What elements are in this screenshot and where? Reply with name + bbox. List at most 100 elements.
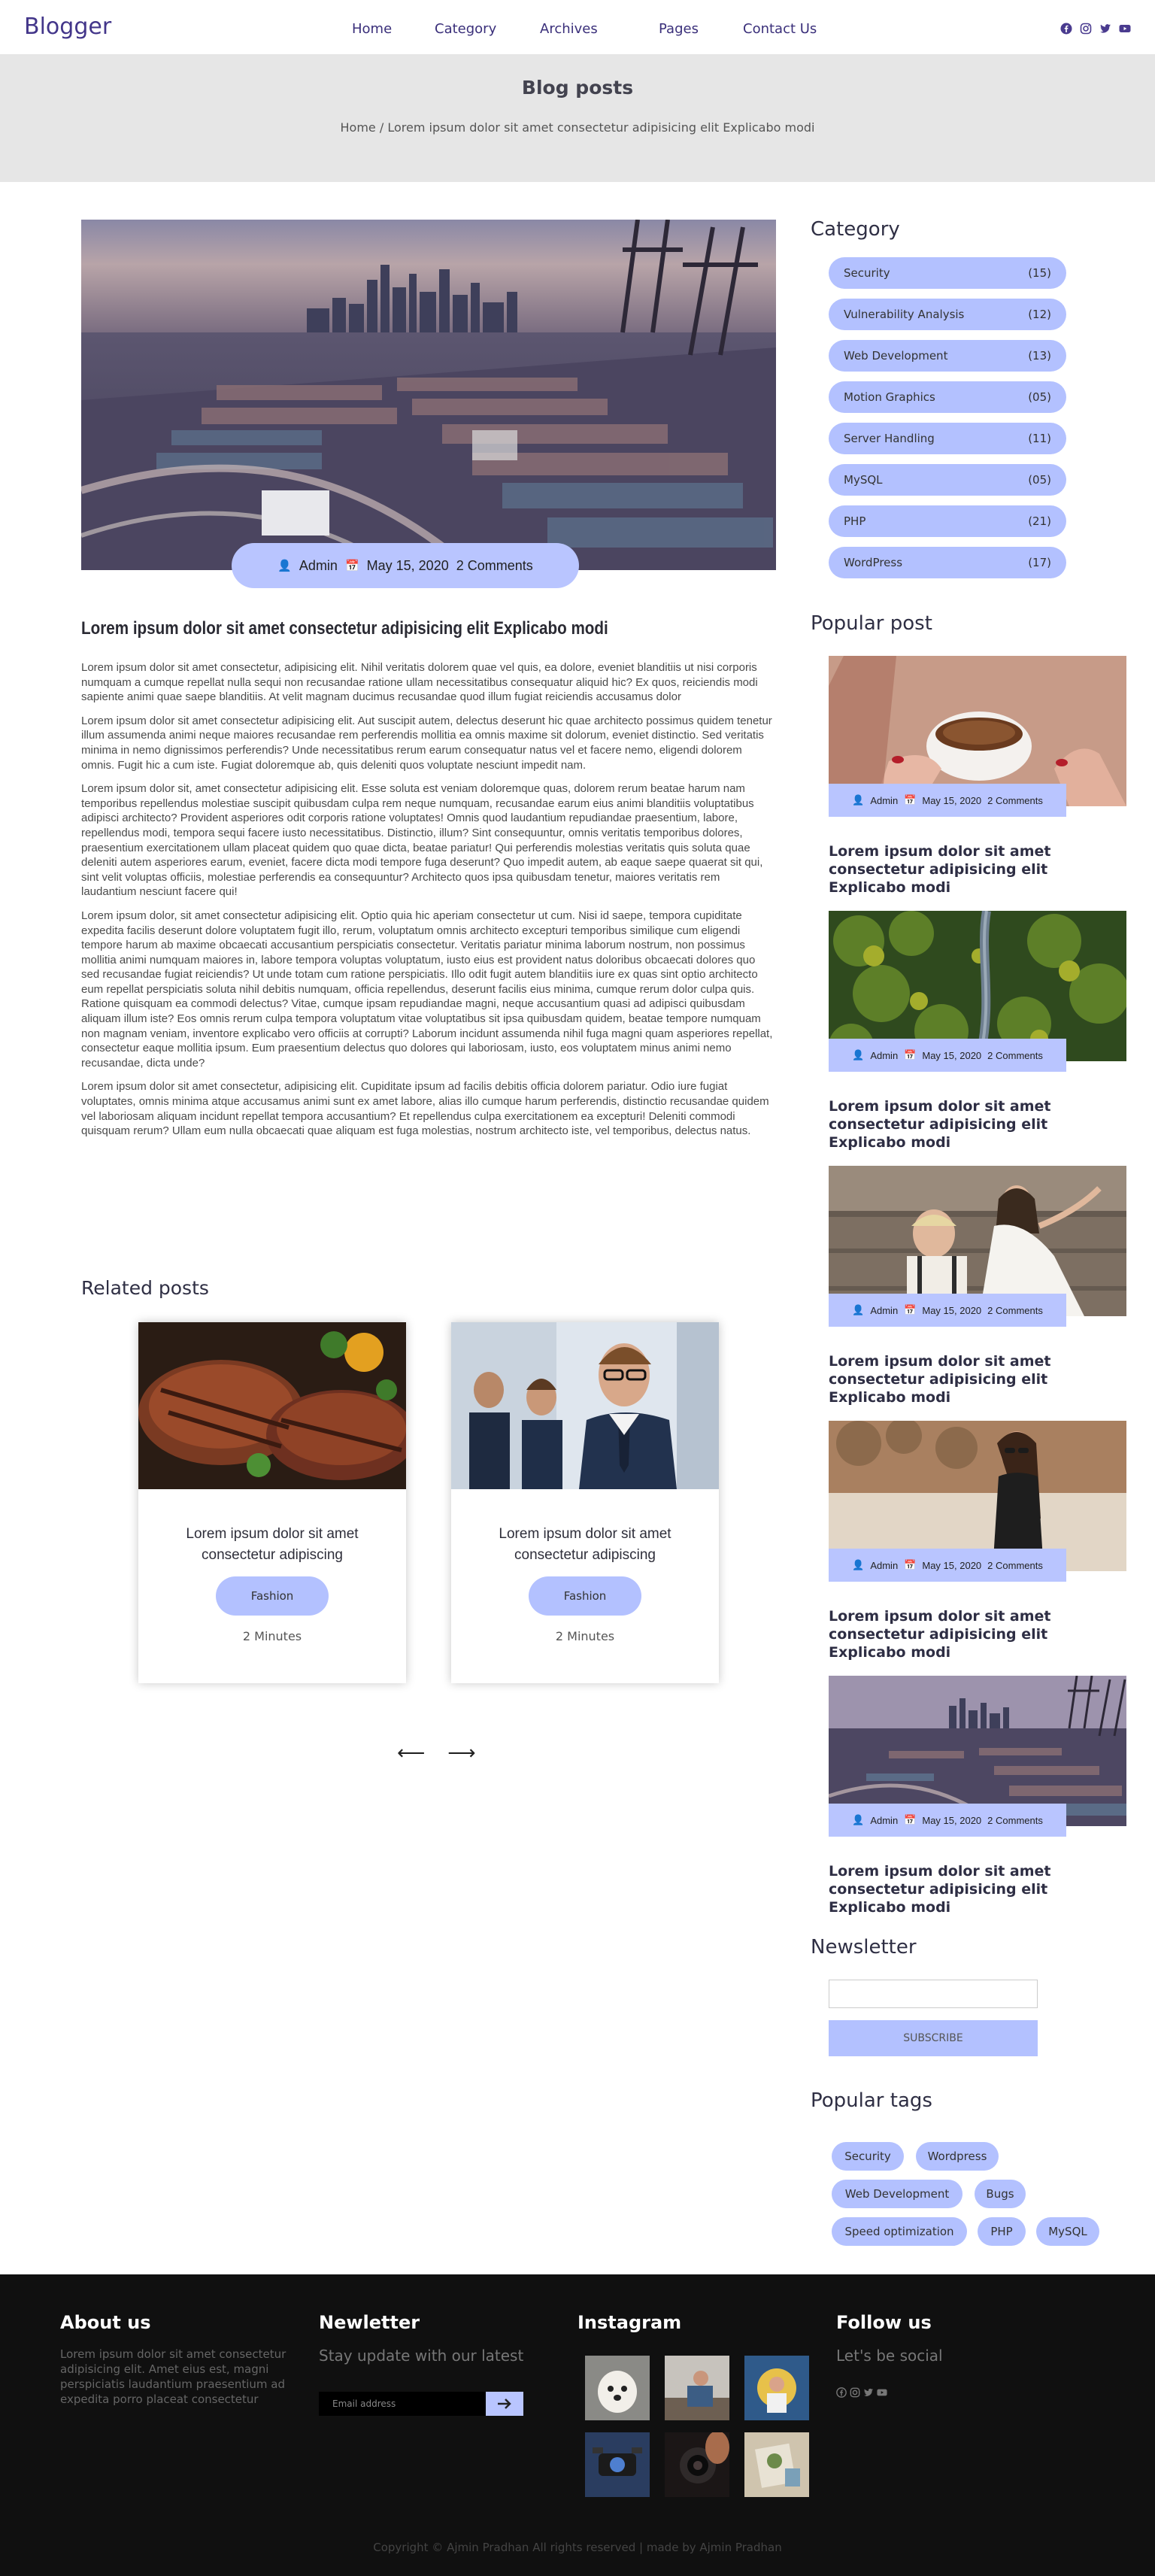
popular-post[interactable]: 👤 Admin 📅 May 15, 2020 2 Comments Lorem ip… — [829, 911, 1126, 1151]
tag-mysql[interactable]: MySQL — [1036, 2217, 1099, 2246]
tag-php[interactable]: PHP — [978, 2217, 1026, 2246]
footer-email-input[interactable]: Email address — [319, 2392, 486, 2416]
calendar-icon: 📅 — [344, 560, 359, 572]
popular-post-date: May 15, 2020 — [922, 1814, 982, 1826]
category-item[interactable]: Server Handling (11) — [829, 423, 1066, 454]
popular-post-author[interactable]: Admin — [870, 1050, 898, 1061]
twitter-icon[interactable] — [863, 2387, 874, 2398]
instagram-photo[interactable] — [744, 2432, 809, 2497]
category-label: Vulnerability Analysis — [844, 308, 965, 321]
popular-post-title[interactable]: Lorem ipsum dolor sit amet consectetur a… — [829, 1097, 1126, 1151]
instagram-icon[interactable] — [850, 2387, 860, 2398]
popular-post-comments[interactable]: 2 Comments — [987, 1815, 1043, 1826]
popular-post-comments[interactable]: 2 Comments — [987, 1050, 1043, 1061]
category-label: Motion Graphics — [844, 390, 935, 404]
footer-send-button[interactable] — [486, 2392, 523, 2416]
nav-category[interactable]: Category — [435, 21, 540, 37]
popular-post[interactable]: 👤 Admin 📅 May 15, 2020 2 Comments Lorem ip… — [829, 1676, 1126, 1916]
related-post-tag[interactable]: Fashion — [216, 1576, 329, 1616]
popular-post-comments[interactable]: 2 Comments — [987, 1560, 1043, 1571]
post-title: Lorem ipsum dolor sit amet consectetur a… — [81, 618, 608, 639]
facebook-icon[interactable] — [836, 2387, 847, 2398]
footer-about-text: Lorem ipsum dolor sit amet consectetur a… — [60, 2347, 286, 2406]
youtube-icon[interactable] — [1119, 23, 1131, 35]
related-posts-heading: Related posts — [81, 1277, 209, 1299]
subscribe-button[interactable]: SUBSCRIBE — [829, 2020, 1038, 2056]
tag-security[interactable]: Security — [832, 2142, 904, 2171]
category-item[interactable]: WordPress (17) — [829, 547, 1066, 578]
tag-bugs[interactable]: Bugs — [975, 2180, 1026, 2208]
arrow-right-icon[interactable]: ⟶ — [447, 1742, 475, 1764]
category-item[interactable]: Vulnerability Analysis (12) — [829, 299, 1066, 330]
popular-post-title[interactable]: Lorem ipsum dolor sit amet consectetur a… — [829, 1862, 1126, 1916]
category-count: (12) — [1028, 308, 1051, 321]
nav-archives[interactable]: Archives — [540, 21, 659, 37]
related-post-title[interactable]: Lorem ipsum dolor sit amet consectetur a… — [466, 1524, 704, 1566]
nav-contact-us[interactable]: Contact Us — [743, 21, 848, 37]
tag-web-development[interactable]: Web Development — [832, 2180, 962, 2208]
category-item[interactable]: PHP (21) — [829, 505, 1066, 537]
related-post-card[interactable]: Lorem ipsum dolor sit amet consectetur a… — [451, 1322, 719, 1683]
popular-post-author[interactable]: Admin — [870, 1560, 898, 1571]
page-banner: Blog posts Home / Lorem ipsum dolor sit … — [0, 54, 1155, 182]
related-post-image — [138, 1322, 406, 1489]
user-icon: 👤 — [277, 560, 292, 572]
category-count: (05) — [1028, 473, 1051, 487]
popular-post-title[interactable]: Lorem ipsum dolor sit amet consectetur a… — [829, 1352, 1126, 1406]
popular-post[interactable]: 👤 Admin 📅 May 15, 2020 2 Comments Lorem ip… — [829, 656, 1126, 896]
user-icon: 👤 — [852, 1049, 865, 1060]
tag-speed-optimization[interactable]: Speed optimization — [832, 2217, 967, 2246]
instagram-photo[interactable] — [744, 2356, 809, 2420]
read-time: 2 Minutes — [555, 1629, 615, 1643]
instagram-photo[interactable] — [665, 2356, 729, 2420]
post-paragraph: Lorem ipsum dolor sit amet consectetur, … — [81, 661, 758, 704]
related-post-card[interactable]: Lorem ipsum dolor sit amet consectetur a… — [138, 1322, 406, 1683]
popular-post-date: May 15, 2020 — [922, 1559, 982, 1571]
category-item[interactable]: Motion Graphics (05) — [829, 381, 1066, 413]
related-post-title[interactable]: Lorem ipsum dolor sit amet consectetur a… — [153, 1524, 391, 1566]
footer-newsletter-heading: Newletter — [319, 2312, 420, 2333]
post-author[interactable]: Admin — [299, 558, 338, 574]
nav-pages[interactable]: Pages — [659, 21, 743, 37]
popular-post-author[interactable]: Admin — [870, 1815, 898, 1826]
nav-home[interactable]: Home — [352, 21, 435, 37]
related-post-tag[interactable]: Fashion — [529, 1576, 641, 1616]
category-count: (17) — [1028, 556, 1051, 569]
category-item[interactable]: Security (15) — [829, 257, 1066, 289]
post-comments[interactable]: 2 Comments — [456, 558, 533, 574]
category-item[interactable]: Web Development (13) — [829, 340, 1066, 372]
header-social-links — [1060, 23, 1131, 35]
post-featured-image — [81, 220, 776, 570]
instagram-icon[interactable] — [1080, 23, 1092, 35]
popular-post-author[interactable]: Admin — [870, 1305, 898, 1316]
footer-newsletter: Newletter Stay update with our latest — [319, 2312, 523, 2365]
newsletter-email-input[interactable] — [829, 1980, 1038, 2008]
popular-post-author[interactable]: Admin — [870, 795, 898, 806]
copyright: Copyright © Ajmin Pradhan All rights res… — [373, 2541, 782, 2554]
popular-post-meta: 👤 Admin 📅 May 15, 2020 2 Comments — [829, 1804, 1066, 1837]
tag-wordpress[interactable]: Wordpress — [916, 2142, 999, 2171]
post-paragraph: Lorem ipsum dolor sit amet consectetur, … — [81, 1080, 769, 1138]
facebook-icon[interactable] — [1060, 23, 1072, 35]
instagram-photo[interactable] — [585, 2432, 650, 2497]
popular-post-comments[interactable]: 2 Comments — [987, 795, 1043, 806]
footer-follow-subtitle: Let's be social — [836, 2347, 943, 2365]
popular-post[interactable]: 👤 Admin 📅 May 15, 2020 2 Comments Lorem ip… — [829, 1421, 1126, 1661]
category-label: Server Handling — [844, 432, 935, 445]
site-footer: About us Lorem ipsum dolor sit amet cons… — [0, 2274, 1155, 2576]
instagram-photo[interactable] — [585, 2356, 650, 2420]
popular-post-title[interactable]: Lorem ipsum dolor sit amet consectetur a… — [829, 1607, 1126, 1661]
category-item[interactable]: MySQL (05) — [829, 464, 1066, 496]
popular-post[interactable]: 👤 Admin 📅 May 15, 2020 2 Comments Lorem ip… — [829, 1166, 1126, 1406]
twitter-icon[interactable] — [1099, 23, 1111, 35]
popular-post-title[interactable]: Lorem ipsum dolor sit amet consectetur a… — [829, 842, 1126, 897]
brand-logo[interactable]: Blogger — [24, 14, 111, 40]
footer-about: About us Lorem ipsum dolor sit amet cons… — [60, 2312, 299, 2407]
category-count: (13) — [1028, 349, 1051, 363]
instagram-photo[interactable] — [665, 2432, 729, 2497]
youtube-icon[interactable] — [877, 2387, 887, 2398]
footer-follow: Follow us Let's be social — [836, 2312, 943, 2365]
user-icon: 👤 — [852, 1304, 865, 1315]
popular-post-comments[interactable]: 2 Comments — [987, 1305, 1043, 1316]
arrow-left-icon[interactable]: ⟵ — [397, 1742, 425, 1764]
